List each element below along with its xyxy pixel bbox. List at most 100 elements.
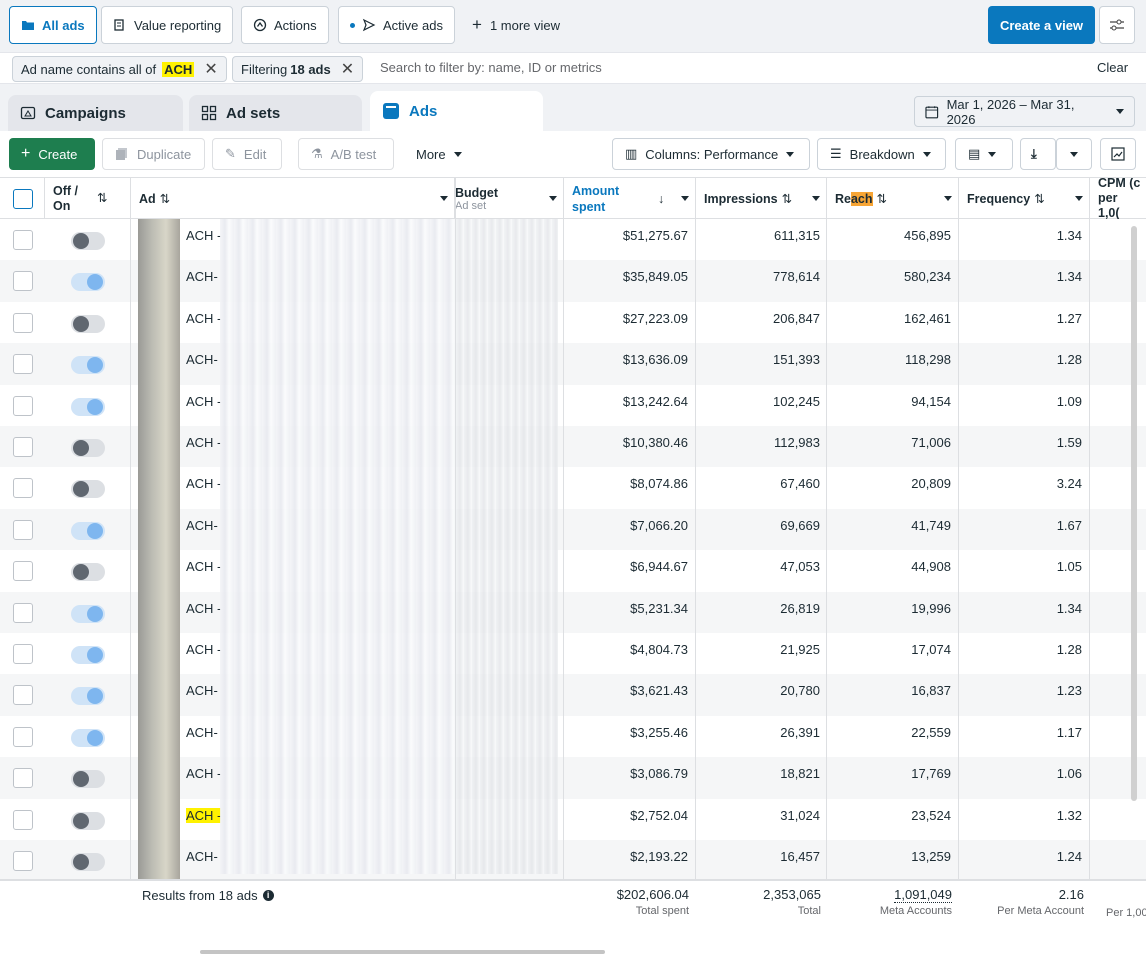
ad-name-link[interactable]: ACH- <box>186 352 218 367</box>
cell-amount-spent: $7,066.20 <box>630 517 688 533</box>
filter-search-input[interactable]: Search to filter by: name, ID or metrics <box>380 60 602 75</box>
cell-amount-spent: $3,255.46 <box>630 724 688 740</box>
ad-name-link[interactable]: ACH - <box>186 601 221 616</box>
delivery-toggle[interactable] <box>71 356 105 375</box>
col-budget[interactable]: Budget Ad set <box>455 178 564 219</box>
row-checkbox[interactable] <box>13 437 33 457</box>
col-frequency[interactable]: Frequency ⇅ <box>959 178 1090 219</box>
row-checkbox[interactable] <box>13 478 33 499</box>
delivery-toggle[interactable] <box>71 728 105 747</box>
row-checkbox[interactable] <box>13 354 33 375</box>
delivery-toggle[interactable] <box>71 232 105 250</box>
ad-name-link[interactable]: ACH- <box>186 725 218 740</box>
row-checkbox[interactable] <box>13 519 33 540</box>
cell-reach: 17,074 <box>911 642 951 657</box>
more-button[interactable]: More <box>404 138 474 170</box>
view-active-ads[interactable]: Active ads <box>338 6 455 44</box>
delivery-toggle[interactable] <box>71 397 105 416</box>
view-all-ads[interactable]: All ads <box>9 6 97 44</box>
view-settings-button[interactable] <box>1099 6 1135 44</box>
ad-name-link[interactable]: ACH - <box>186 394 221 409</box>
delivery-toggle[interactable] <box>71 480 105 499</box>
ab-test-button[interactable]: ⚗ A/B test <box>298 138 394 170</box>
export-button[interactable]: ⤓ <box>1020 138 1056 170</box>
breakdown-button[interactable]: ☰ Breakdown <box>817 138 946 170</box>
delivery-toggle[interactable] <box>71 314 105 333</box>
cell-amount-spent: $27,223.09 <box>622 310 688 326</box>
filter-chip-ad-name[interactable]: Ad name contains all of ACH ✕ <box>12 56 227 82</box>
charts-button[interactable] <box>1100 138 1136 170</box>
col-ad[interactable]: Ad ⇅ <box>131 178 455 219</box>
ad-name-link[interactable]: ACH - <box>186 807 222 823</box>
ad-name-link[interactable]: ACH - <box>186 642 221 657</box>
tab-ads[interactable]: Ads <box>370 91 543 131</box>
row-checkbox[interactable] <box>13 230 33 250</box>
col-offon[interactable]: Off / On ⇅ <box>45 178 131 219</box>
ad-name-link[interactable]: ACH- <box>186 518 218 533</box>
delivery-toggle[interactable] <box>71 646 105 664</box>
tab-campaigns[interactable]: Campaigns <box>8 95 183 131</box>
cell-reach: 118,298 <box>904 352 951 368</box>
ad-name-redacted <box>220 219 456 874</box>
delivery-toggle[interactable] <box>71 853 105 871</box>
view-value-reporting[interactable]: Value reporting <box>101 6 234 44</box>
chevron-down-icon <box>681 196 689 201</box>
create-view-button[interactable]: Create a view <box>988 6 1095 44</box>
columns-button[interactable]: ▥ Columns: Performance <box>612 138 810 170</box>
row-checkbox[interactable] <box>13 726 33 747</box>
row-checkbox[interactable] <box>13 768 33 789</box>
ad-name-link[interactable]: ACH - <box>186 311 221 326</box>
reports-button[interactable]: ▤ <box>955 138 1013 170</box>
create-button[interactable]: + Create <box>9 138 95 170</box>
delivery-toggle[interactable] <box>71 687 105 706</box>
ad-name-link[interactable]: ACH - <box>186 559 221 574</box>
cell-reach: 16,837 <box>911 683 951 699</box>
delivery-toggle[interactable] <box>71 770 105 789</box>
delivery-toggle[interactable] <box>71 811 105 830</box>
row-checkbox[interactable] <box>13 685 33 706</box>
divider <box>695 177 696 954</box>
col-impressions[interactable]: Impressions ⇅ <box>696 178 827 219</box>
clear-filters-button[interactable]: Clear <box>1097 60 1128 75</box>
col-cpm[interactable]: CPM (c per 1,0( <box>1090 178 1146 219</box>
row-checkbox[interactable] <box>13 809 33 830</box>
row-checkbox[interactable] <box>13 644 33 664</box>
row-checkbox[interactable] <box>13 312 33 333</box>
info-icon[interactable]: i <box>262 890 274 901</box>
delivery-toggle[interactable] <box>71 604 105 623</box>
col-amount-spent[interactable]: Amount spent ↓ <box>564 178 696 219</box>
delivery-toggle[interactable] <box>71 273 105 292</box>
close-icon[interactable]: ✕ <box>204 59 217 79</box>
filter-chip-count[interactable]: Filtering 18 ads ✕ <box>232 56 364 82</box>
ad-name-link[interactable]: ACH - <box>186 476 221 491</box>
view-actions[interactable]: Actions <box>241 6 329 44</box>
delivery-toggle[interactable] <box>71 439 105 457</box>
ad-name-link[interactable]: ACH- <box>186 683 218 698</box>
select-all-checkbox[interactable] <box>13 189 33 209</box>
col-reach[interactable]: Re ach ⇅ <box>827 178 959 219</box>
columns-icon: ▥ <box>625 146 638 161</box>
row-checkbox[interactable] <box>13 395 33 416</box>
ad-name-link[interactable]: ACH - <box>186 766 221 781</box>
ad-name-link[interactable]: ACH- <box>186 269 218 284</box>
delivery-toggle[interactable] <box>71 563 105 582</box>
horizontal-scrollbar[interactable] <box>200 950 605 954</box>
sort-icon: ⇅ <box>97 191 108 205</box>
ad-name-link[interactable]: ACH - <box>186 435 221 450</box>
ad-name-link[interactable]: ACH - <box>186 228 221 243</box>
edit-button[interactable]: ✎ Edit <box>212 138 282 170</box>
tab-adsets[interactable]: Ad sets <box>189 95 362 131</box>
export-menu-button[interactable] <box>1056 138 1092 170</box>
more-views-button[interactable]: + 1 more view <box>472 6 560 44</box>
cell-reach: 17,769 <box>911 766 951 782</box>
row-checkbox[interactable] <box>13 271 33 292</box>
row-checkbox[interactable] <box>13 602 33 623</box>
row-checkbox[interactable] <box>13 561 33 582</box>
close-icon[interactable]: ✕ <box>341 59 354 79</box>
ad-name-link[interactable]: ACH- <box>186 849 218 864</box>
duplicate-button[interactable]: Duplicate <box>102 138 205 170</box>
date-range-picker[interactable]: Mar 1, 2026 – Mar 31, 2026 <box>914 96 1135 127</box>
delivery-toggle[interactable] <box>71 521 105 540</box>
row-checkbox[interactable] <box>13 851 33 871</box>
vertical-scrollbar[interactable] <box>1131 226 1137 801</box>
